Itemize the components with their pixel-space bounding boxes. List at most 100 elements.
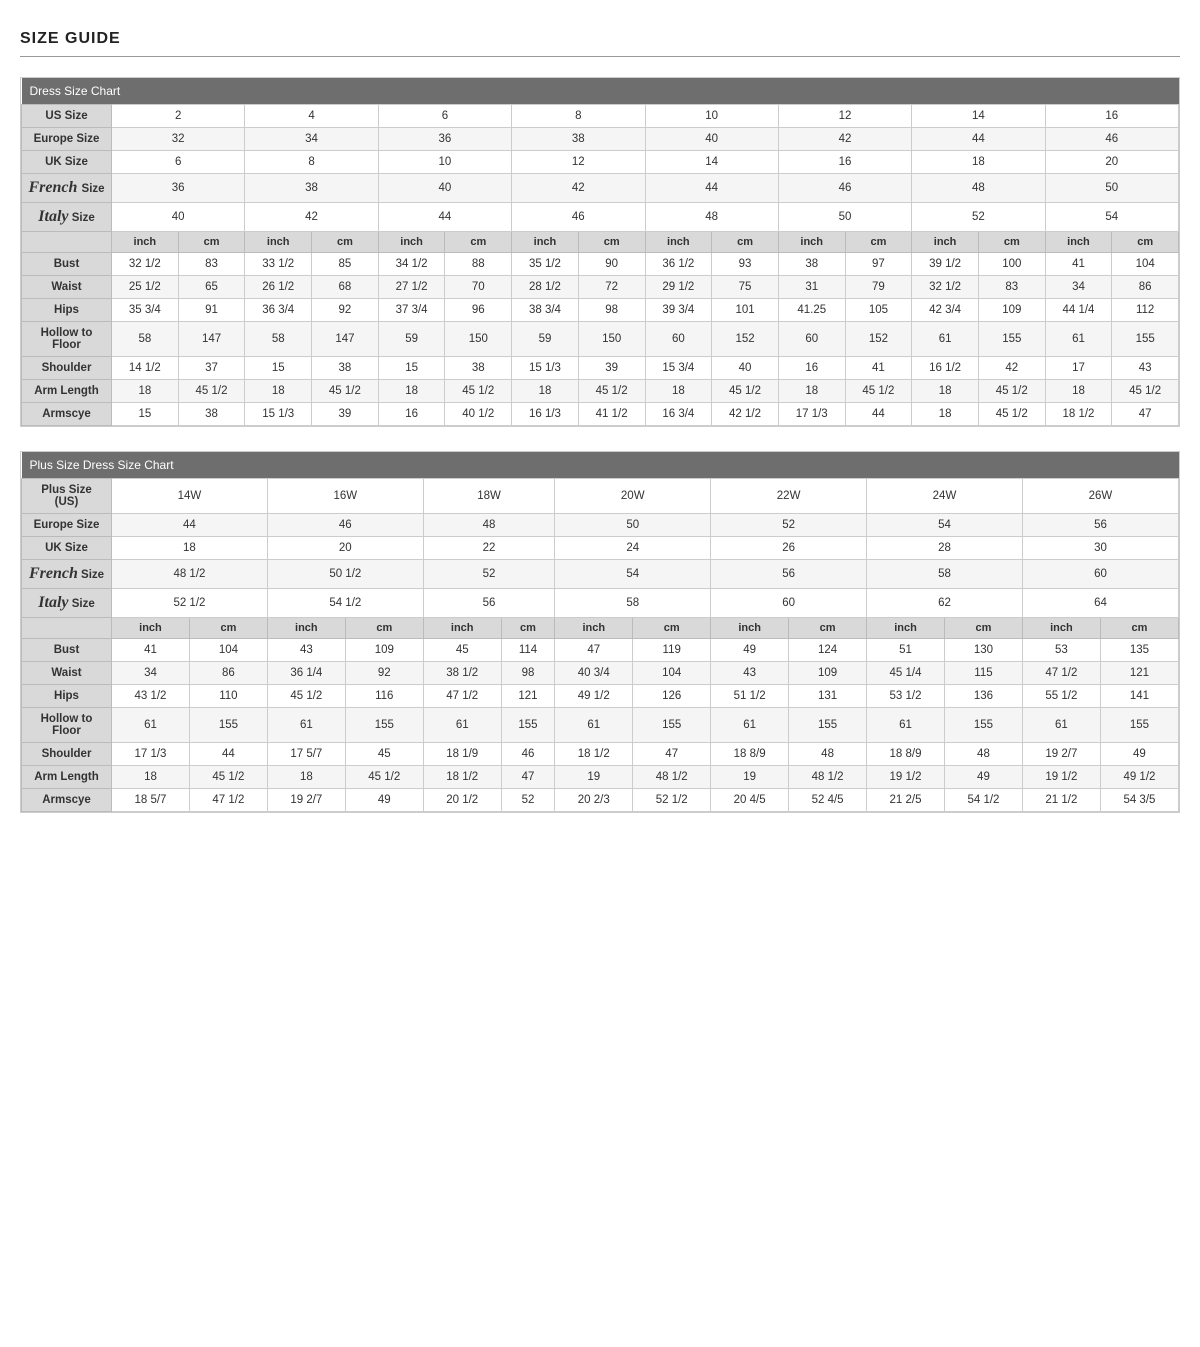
dress-chart-title: Dress Size Chart	[22, 78, 1179, 105]
table-row: Shoulder 14 1/2 37 15 38 15 38 15 1/3 39…	[22, 357, 1179, 380]
plus-subheader-inch-7: inch	[1022, 618, 1100, 639]
table-row: French Size 48 1/2 50 1/2 52 54 56 58 60	[22, 560, 1179, 589]
hollow-to-floor-label: Hollow to Floor	[22, 322, 112, 357]
plus-subheader-cm-4: cm	[633, 618, 711, 639]
table-row: UK Size 6 8 10 12 14 16 18 20	[22, 151, 1179, 174]
plus-us-size-label: Plus Size (US)	[22, 479, 112, 514]
subheader-cm-7: cm	[978, 232, 1045, 253]
plus-subheader-inch-2: inch	[267, 618, 345, 639]
subheader-inch-7: inch	[912, 232, 979, 253]
table-row: Arm Length 18 45 1/2 18 45 1/2 18 45 1/2…	[22, 380, 1179, 403]
table-row: UK Size 18 20 22 24 26 28 30	[22, 537, 1179, 560]
table-row: Europe Size 32 34 36 38 40 42 44 46	[22, 128, 1179, 151]
plus-italy-size-label: Italy Size	[22, 589, 112, 618]
waist-label: Waist	[22, 276, 112, 299]
subheader-cm-4: cm	[578, 232, 645, 253]
table-row: Hips 43 1/2 110 45 1/2 116 47 1/2 121 49…	[22, 685, 1179, 708]
bust-label: Bust	[22, 253, 112, 276]
plus-subheader-inch-5: inch	[711, 618, 789, 639]
subheader-inch-6: inch	[778, 232, 845, 253]
subheader-inch-2: inch	[245, 232, 312, 253]
table-row: Bust 32 1/2 83 33 1/2 85 34 1/2 88 35 1/…	[22, 253, 1179, 276]
plus-hips-label: Hips	[22, 685, 112, 708]
us-size-14: 14	[912, 105, 1045, 128]
us-size-6: 6	[378, 105, 511, 128]
dress-size-chart-wrapper: Dress Size Chart US Size 2 4 6 8 10 12 1…	[20, 77, 1180, 427]
plus-size-chart: Plus Size Dress Size Chart Plus Size (US…	[21, 452, 1179, 812]
plus-shoulder-label: Shoulder	[22, 743, 112, 766]
italy-size-label: Italy Size	[22, 203, 112, 232]
plus-subheader-cm-5: cm	[789, 618, 867, 639]
subheader-inch-8: inch	[1045, 232, 1112, 253]
table-row: Hollow to Floor 61 155 61 155 61 155 61 …	[22, 708, 1179, 743]
plus-chart-title: Plus Size Dress Size Chart	[22, 452, 1179, 479]
table-row: Plus Size (US) 14W 16W 18W 20W 22W 24W 2…	[22, 479, 1179, 514]
subheader-cm-8: cm	[1112, 232, 1179, 253]
shoulder-label: Shoulder	[22, 357, 112, 380]
subheader-empty	[22, 232, 112, 253]
subheader-inch-5: inch	[645, 232, 712, 253]
subheader-cm-2: cm	[312, 232, 379, 253]
hips-label: Hips	[22, 299, 112, 322]
table-row: Armscye 18 5/7 47 1/2 19 2/7 49 20 1/2 5…	[22, 789, 1179, 812]
plus-subheader-inch-4: inch	[555, 618, 633, 639]
subheader-cm-3: cm	[445, 232, 512, 253]
plus-chart-header-row: Plus Size Dress Size Chart	[22, 452, 1179, 479]
page-title: SIZE GUIDE	[20, 30, 1180, 48]
plus-hollow-to-floor-label: Hollow to Floor	[22, 708, 112, 743]
table-row: Shoulder 17 1/3 44 17 5/7 45 18 1/9 46 1…	[22, 743, 1179, 766]
us-size-10: 10	[645, 105, 778, 128]
europe-size-label: Europe Size	[22, 128, 112, 151]
table-row: Bust 41 104 43 109 45 114 47 119 49 124 …	[22, 639, 1179, 662]
table-row: Waist 25 1/2 65 26 1/2 68 27 1/2 70 28 1…	[22, 276, 1179, 299]
subheader-inch-4: inch	[512, 232, 579, 253]
us-size-16: 16	[1045, 105, 1178, 128]
subheader-cm-6: cm	[845, 232, 912, 253]
subheader-cm-1: cm	[178, 232, 245, 253]
table-row: Hollow to Floor 58 147 58 147 59 150 59 …	[22, 322, 1179, 357]
plus-europe-size-label: Europe Size	[22, 514, 112, 537]
arm-length-label: Arm Length	[22, 380, 112, 403]
french-size-label: French Size	[22, 174, 112, 203]
armscye-label: Armscye	[22, 403, 112, 426]
table-row: Europe Size 44 46 48 50 52 54 56	[22, 514, 1179, 537]
title-divider	[20, 56, 1180, 57]
us-size-label: US Size	[22, 105, 112, 128]
us-size-2: 2	[112, 105, 245, 128]
table-row: US Size 2 4 6 8 10 12 14 16	[22, 105, 1179, 128]
table-row: Waist 34 86 36 1/4 92 38 1/2 98 40 3/4 1…	[22, 662, 1179, 685]
us-size-4: 4	[245, 105, 378, 128]
us-size-12: 12	[778, 105, 911, 128]
table-row: French Size 36 38 40 42 44 46 48 50	[22, 174, 1179, 203]
table-row: inch cm inch cm inch cm inch cm inch cm …	[22, 232, 1179, 253]
dress-chart-header-row: Dress Size Chart	[22, 78, 1179, 105]
plus-subheader-cm-2: cm	[345, 618, 423, 639]
plus-subheader-cm-6: cm	[944, 618, 1022, 639]
plus-subheader-empty	[22, 618, 112, 639]
table-row: Armscye 15 38 15 1/3 39 16 40 1/2 16 1/3…	[22, 403, 1179, 426]
table-row: Italy Size 52 1/2 54 1/2 56 58 60 62 64	[22, 589, 1179, 618]
plus-subheader-cm-3: cm	[501, 618, 555, 639]
plus-subheader-inch-3: inch	[423, 618, 501, 639]
subheader-inch-3: inch	[378, 232, 445, 253]
table-row: Arm Length 18 45 1/2 18 45 1/2 18 1/2 47…	[22, 766, 1179, 789]
plus-subheader-inch-1: inch	[112, 618, 190, 639]
us-size-8: 8	[512, 105, 645, 128]
plus-size-chart-wrapper: Plus Size Dress Size Chart Plus Size (US…	[20, 451, 1180, 813]
table-row: Hips 35 3/4 91 36 3/4 92 37 3/4 96 38 3/…	[22, 299, 1179, 322]
plus-armscye-label: Armscye	[22, 789, 112, 812]
plus-subheader-inch-6: inch	[867, 618, 945, 639]
subheader-cm-5: cm	[712, 232, 779, 253]
table-row: Italy Size 40 42 44 46 48 50 52 54	[22, 203, 1179, 232]
plus-waist-label: Waist	[22, 662, 112, 685]
uk-size-label: UK Size	[22, 151, 112, 174]
plus-french-size-label: French Size	[22, 560, 112, 589]
table-row: inch cm inch cm inch cm inch cm inch cm …	[22, 618, 1179, 639]
plus-uk-size-label: UK Size	[22, 537, 112, 560]
plus-subheader-cm-7: cm	[1100, 618, 1178, 639]
dress-size-chart: Dress Size Chart US Size 2 4 6 8 10 12 1…	[21, 78, 1179, 426]
subheader-inch-1: inch	[112, 232, 179, 253]
plus-subheader-cm-1: cm	[189, 618, 267, 639]
plus-bust-label: Bust	[22, 639, 112, 662]
plus-arm-length-label: Arm Length	[22, 766, 112, 789]
